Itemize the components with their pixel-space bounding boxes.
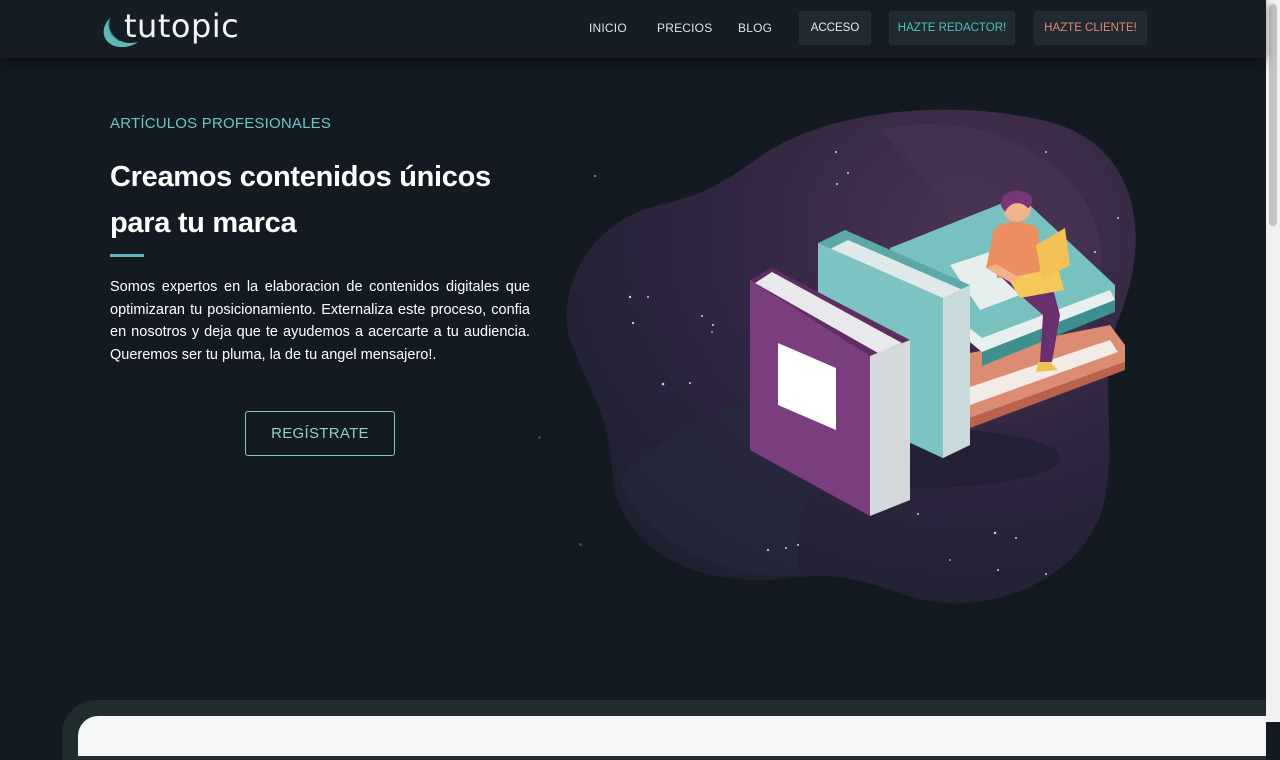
become-client-button[interactable]: HAZTE CLIENTE!: [1034, 11, 1147, 45]
nav-link-precios[interactable]: PRECIOS: [657, 21, 712, 35]
hero-kicker: ARTÍCULOS PROFESIONALES: [110, 115, 332, 132]
brand-logo[interactable]: tutopic: [100, 4, 250, 52]
register-button[interactable]: REGÍSTRATE: [245, 411, 395, 456]
next-section-card: [78, 716, 1266, 756]
login-button[interactable]: ACCESO: [799, 11, 871, 45]
scrollbar-thumb[interactable]: [1269, 4, 1277, 226]
decor-star: [538, 436, 541, 439]
become-writer-button[interactable]: HAZTE REDACTOR!: [889, 11, 1015, 45]
top-navigation-bar: tutopic INICIO PRECIOS BLOG ACCESO HAZTE…: [0, 0, 1266, 58]
hero-headline: Creamos contenidos únicos para tu marca: [110, 161, 491, 239]
brand-name: tutopic: [124, 7, 240, 45]
accent-divider: [110, 254, 144, 257]
nav-link-blog[interactable]: BLOG: [738, 21, 772, 35]
nav-link-inicio[interactable]: INICIO: [589, 21, 627, 35]
person-reading-on-books-illustration: [566, 109, 1136, 604]
page-scrollbar[interactable]: [1266, 0, 1280, 722]
hero-description: Somos expertos en la elaboracion de cont…: [110, 279, 530, 363]
